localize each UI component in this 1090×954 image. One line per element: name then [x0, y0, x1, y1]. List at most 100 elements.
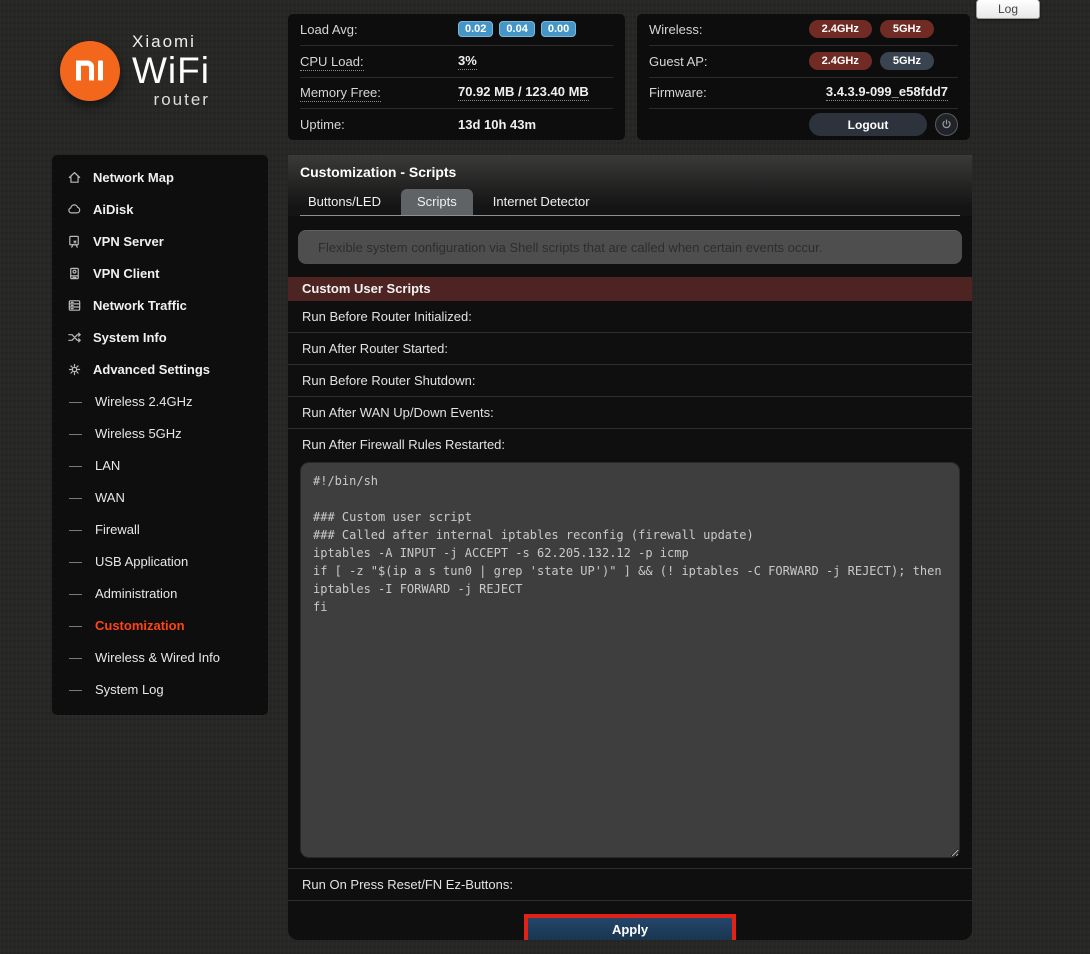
dash-icon: —	[69, 458, 82, 473]
wireless-5ghz-pill[interactable]: 5GHz	[880, 20, 934, 38]
script-textarea-wrap: #!/bin/sh ### Custom user script ### Cal…	[288, 460, 972, 869]
sidebar-item-wireless-wired-info[interactable]: — Wireless & Wired Info	[52, 641, 268, 673]
sidebar-item-network-traffic[interactable]: Network Traffic	[52, 289, 268, 321]
logo-sub: router	[132, 91, 210, 108]
sidebar-subitem-label: Administration	[95, 586, 177, 601]
sidebar-item-usb-application[interactable]: — USB Application	[52, 545, 268, 577]
cloud-icon	[66, 201, 82, 217]
tab-bar: Buttons/LED Scripts Internet Detector	[300, 189, 960, 216]
dash-icon: —	[69, 490, 82, 505]
sidebar-item-vpn-server[interactable]: VPN Server	[52, 225, 268, 257]
vpn-server-icon	[66, 233, 82, 249]
home-icon	[66, 169, 82, 185]
load-avg-row: Load Avg: 0.02 0.04 0.00	[300, 14, 613, 46]
sidebar-item-lan[interactable]: — LAN	[52, 449, 268, 481]
logo-text: Xiaomi WiFi router	[132, 33, 210, 108]
page-title: Customization - Scripts	[300, 164, 960, 180]
sidebar-item-customization[interactable]: — Customization	[52, 609, 268, 641]
sidebar-item-vpn-client[interactable]: VPN Client	[52, 257, 268, 289]
sidebar-subitem-label: Wireless 2.4GHz	[95, 394, 193, 409]
sidebar-item-wireless-5ghz[interactable]: — Wireless 5GHz	[52, 417, 268, 449]
dash-icon: —	[69, 682, 82, 697]
vpn-client-icon	[66, 265, 82, 281]
sidebar-item-network-map[interactable]: Network Map	[52, 161, 268, 193]
content-header: Customization - Scripts Buttons/LED Scri…	[288, 155, 972, 216]
sidebar: Network Map AiDisk VPN Server VPN Client…	[52, 155, 268, 715]
sidebar-item-firewall[interactable]: — Firewall	[52, 513, 268, 545]
guest-ap-pills: 2.4GHz 5GHz	[809, 52, 934, 70]
logout-wrap: Logout	[809, 113, 958, 136]
dash-icon: —	[69, 618, 82, 633]
firmware-row: Firmware: 3.4.3.9-099_e58fdd7	[649, 78, 958, 110]
shuffle-icon	[66, 329, 82, 345]
sidebar-subitem-label: Customization	[95, 618, 185, 633]
tab-internet-detector[interactable]: Internet Detector	[485, 189, 598, 215]
tab-buttons-led[interactable]: Buttons/LED	[300, 189, 389, 215]
uptime-row: Uptime: 13d 10h 43m	[300, 109, 613, 140]
sidebar-item-advanced-settings[interactable]: Advanced Settings	[52, 353, 268, 385]
power-icon[interactable]	[935, 113, 958, 136]
load-avg-label: Load Avg:	[300, 22, 458, 37]
mi-logo-icon	[60, 41, 120, 101]
row-run-before-router-shutdown: Run Before Router Shutdown:	[288, 365, 972, 397]
sidebar-item-administration[interactable]: — Administration	[52, 577, 268, 609]
wireless-label: Wireless:	[649, 22, 807, 37]
guest-ap-5ghz-pill[interactable]: 5GHz	[880, 52, 934, 70]
dash-icon: —	[69, 522, 82, 537]
wireless-pills: 2.4GHz 5GHz	[809, 20, 934, 38]
logout-row: Logout	[649, 109, 958, 140]
uptime-value: 13d 10h 43m	[458, 117, 536, 132]
sidebar-item-wireless-24ghz[interactable]: — Wireless 2.4GHz	[52, 385, 268, 417]
sidebar-item-label: Network Traffic	[93, 298, 187, 313]
sidebar-item-label: VPN Server	[93, 234, 164, 249]
memory-free-value: 70.92 MB / 123.40 MB	[458, 84, 589, 101]
logo-brand: Xiaomi	[132, 33, 210, 50]
section-header: Custom User Scripts	[288, 277, 972, 301]
uptime-label: Uptime:	[300, 117, 458, 132]
dash-icon: —	[69, 650, 82, 665]
load-badge-15m: 0.00	[541, 21, 576, 37]
row-run-on-press-reset: Run On Press Reset/FN Ez-Buttons:	[288, 869, 972, 901]
sidebar-item-wan[interactable]: — WAN	[52, 481, 268, 513]
wireless-24ghz-pill[interactable]: 2.4GHz	[809, 20, 872, 38]
gear-icon	[66, 361, 82, 377]
dash-icon: —	[69, 426, 82, 441]
sidebar-subitem-label: Wireless & Wired Info	[95, 650, 220, 665]
dash-icon: —	[69, 554, 82, 569]
sidebar-subitem-label: Wireless 5GHz	[95, 426, 182, 441]
logo-product: WiFi	[132, 52, 210, 89]
sidebar-item-label: Network Map	[93, 170, 174, 185]
sidebar-subitem-label: WAN	[95, 490, 125, 505]
sidebar-item-label: System Info	[93, 330, 167, 345]
guest-ap-24ghz-pill[interactable]: 2.4GHz	[809, 52, 872, 70]
wireless-panel: Wireless: 2.4GHz 5GHz Guest AP: 2.4GHz 5…	[637, 14, 970, 140]
wireless-row: Wireless: 2.4GHz 5GHz	[649, 14, 958, 46]
main-content: Customization - Scripts Buttons/LED Scri…	[288, 155, 972, 940]
dash-icon: —	[69, 586, 82, 601]
row-run-before-router-initialized: Run Before Router Initialized:	[288, 301, 972, 333]
description-box: Flexible system configuration via Shell …	[298, 230, 962, 264]
cpu-load-value: 3%	[458, 53, 477, 70]
sidebar-item-label: VPN Client	[93, 266, 159, 281]
load-avg-badges: 0.02 0.04 0.00	[458, 21, 576, 37]
sidebar-subitem-label: Firewall	[95, 522, 140, 537]
firewall-script-textarea[interactable]: #!/bin/sh ### Custom user script ### Cal…	[300, 462, 960, 858]
tab-scripts[interactable]: Scripts	[401, 189, 473, 215]
status-panel: Load Avg: 0.02 0.04 0.00 CPU Load: 3% Me…	[288, 14, 625, 140]
apply-button[interactable]: Apply	[524, 914, 736, 940]
cpu-load-label: CPU Load:	[300, 54, 458, 69]
guest-ap-row: Guest AP: 2.4GHz 5GHz	[649, 46, 958, 78]
sidebar-item-label: AiDisk	[93, 202, 133, 217]
sidebar-item-system-info[interactable]: System Info	[52, 321, 268, 353]
sidebar-subitem-label: System Log	[95, 682, 164, 697]
load-badge-5m: 0.04	[499, 21, 534, 37]
row-run-after-wan-events: Run After WAN Up/Down Events:	[288, 397, 972, 429]
sidebar-item-label: Advanced Settings	[93, 362, 210, 377]
load-badge-1m: 0.02	[458, 21, 493, 37]
sidebar-item-aidisk[interactable]: AiDisk	[52, 193, 268, 225]
sidebar-item-system-log[interactable]: — System Log	[52, 673, 268, 705]
firmware-value: 3.4.3.9-099_e58fdd7	[826, 84, 948, 101]
logout-button[interactable]: Logout	[809, 113, 927, 136]
brand-logo: Xiaomi WiFi router	[60, 33, 210, 108]
log-button[interactable]: Log	[976, 0, 1040, 19]
